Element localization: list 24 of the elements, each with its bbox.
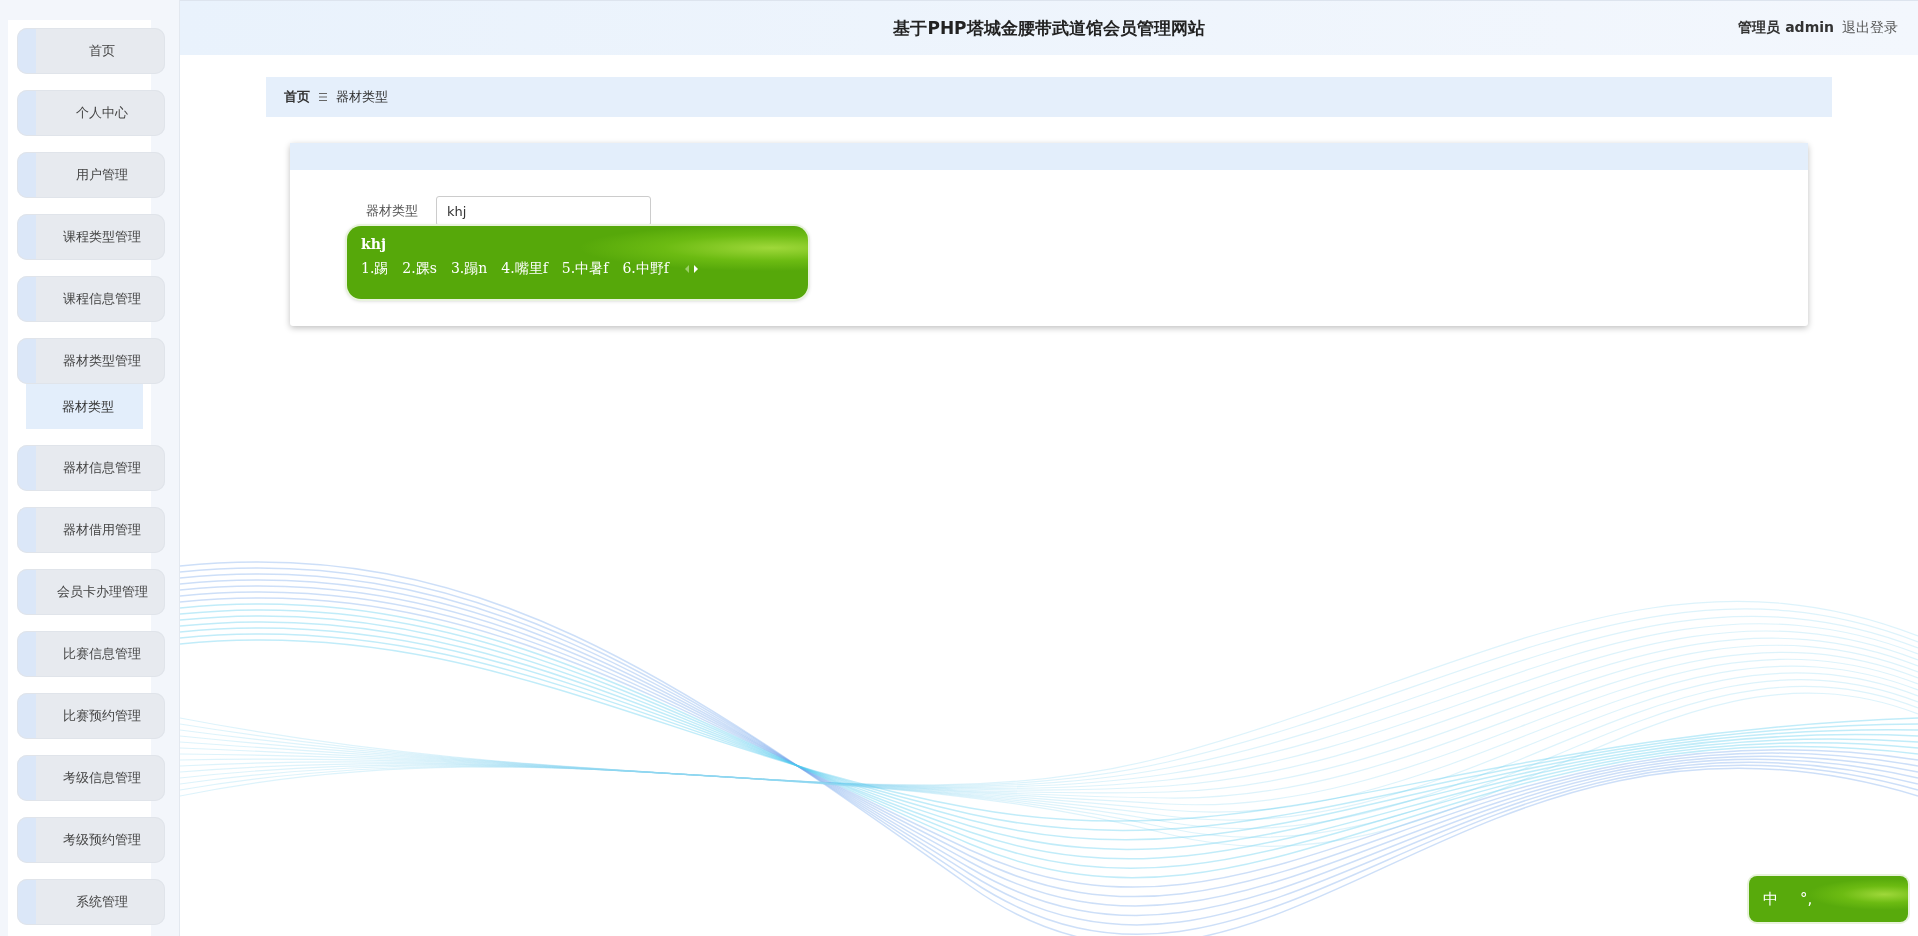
sidebar-item[interactable]: 首页	[17, 28, 165, 74]
sidebar-item[interactable]: 课程信息管理	[17, 276, 165, 322]
sidebar-item[interactable]: 比赛信息管理	[17, 631, 165, 677]
sidebar-item[interactable]: 器材信息管理	[17, 445, 165, 491]
sidebar-item[interactable]: 比赛预约管理	[17, 693, 165, 739]
field-label: 器材类型	[365, 202, 418, 220]
sidebar-item[interactable]: 器材类型管理	[17, 338, 165, 384]
sidebar-item[interactable]: 器材借用管理	[17, 507, 165, 553]
breadcrumb-item: 器材类型	[336, 88, 388, 106]
sidebar-item[interactable]: 考级预约管理	[17, 817, 165, 863]
breadcrumb-item[interactable]: 首页	[284, 88, 310, 106]
menu-icon	[318, 92, 328, 102]
sidebar-item[interactable]: 会员卡办理管理	[17, 569, 165, 615]
input-field[interactable]: khj	[436, 196, 651, 226]
sidebar-item[interactable]: 考级信息管理	[17, 755, 165, 801]
sidebar-item[interactable]: 用户管理	[17, 152, 165, 198]
sidebar-item[interactable]: 课程类型管理	[17, 214, 165, 260]
sidebar-subitem[interactable]: 器材类型	[26, 384, 143, 429]
logout-link[interactable]: 退出登录	[1842, 19, 1898, 37]
sidebar-item[interactable]: 系统管理	[17, 879, 165, 925]
sidebar-item[interactable]: 个人中心	[17, 90, 165, 136]
user-label: 管理员 admin	[1738, 19, 1834, 37]
site-title: 基于PHP塔城金腰带武道馆会员管理网站	[893, 16, 1205, 40]
ime-composition: khj	[361, 236, 387, 252]
